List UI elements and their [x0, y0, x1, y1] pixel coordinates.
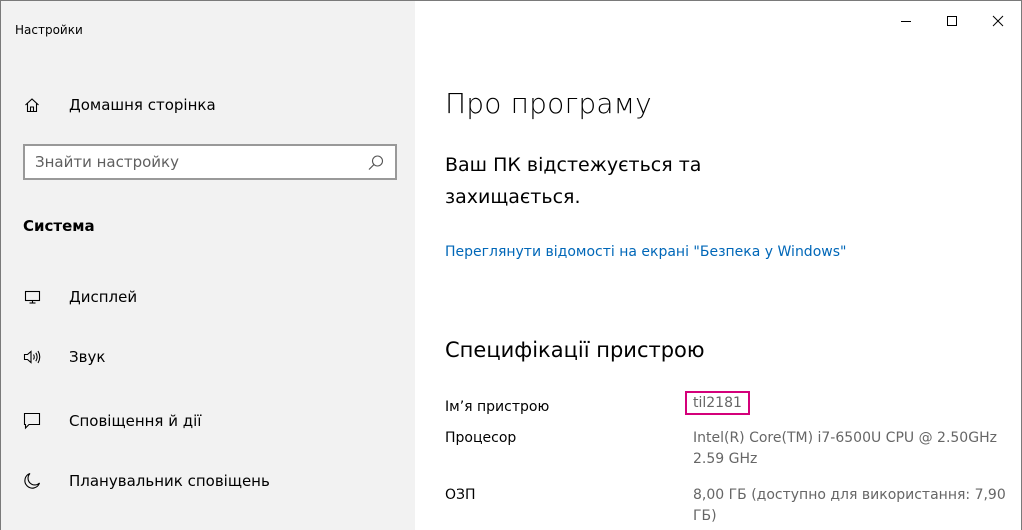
sidebar: Настройки Домашня сторінка Система Диспл…: [1, 1, 415, 530]
display-icon: [23, 288, 41, 306]
window-controls: [883, 1, 1021, 41]
sidebar-item-home[interactable]: Домашня сторінка: [1, 83, 415, 127]
sidebar-item-label: Планувальник сповіщень: [69, 472, 270, 490]
spec-value: Intel(R) Core(TM) i7-6500U CPU @ 2.50GHz…: [693, 430, 997, 467]
app-title: Настройки: [15, 23, 83, 37]
section-heading: Система: [23, 217, 95, 235]
sidebar-item-sound[interactable]: Звук: [1, 335, 415, 379]
windows-security-link[interactable]: Переглянути відомості на екрані "Безпека…: [445, 242, 865, 263]
search-input[interactable]: [25, 153, 355, 171]
search-box[interactable]: [23, 144, 397, 180]
close-icon: [992, 15, 1004, 27]
protection-status-text: Ваш ПК відстежується та захищається.: [445, 154, 702, 208]
sidebar-item-notifications[interactable]: Сповіщення й дії: [1, 399, 415, 443]
minimize-button[interactable]: [883, 1, 929, 41]
sidebar-item-label: Домашня сторінка: [69, 96, 216, 114]
sidebar-item-focus-assist[interactable]: Планувальник сповіщень: [1, 459, 415, 503]
close-button[interactable]: [975, 1, 1021, 41]
sidebar-item-label: Сповіщення й дії: [69, 412, 202, 430]
specs-heading: Специфікації пристрою: [445, 338, 705, 362]
device-name-value: til2181: [685, 391, 750, 415]
moon-icon: [23, 472, 41, 490]
sidebar-item-label: Дисплей: [69, 288, 138, 306]
page-title: Про програму: [445, 87, 652, 120]
spec-value: 8,00 ГБ (доступно для використання: 7,90…: [693, 487, 1006, 524]
maximize-button[interactable]: [929, 1, 975, 41]
spec-key: Ім’я пристрою: [445, 399, 550, 415]
settings-window: Настройки Домашня сторінка Система Диспл…: [0, 0, 1022, 530]
home-icon: [23, 96, 41, 114]
minimize-icon: [901, 21, 911, 22]
sidebar-item-label: Звук: [69, 348, 106, 366]
spec-key: Процесор: [445, 430, 517, 446]
main-content: Про програму Ваш ПК відстежується та зах…: [415, 1, 1021, 530]
notification-icon: [23, 412, 41, 430]
speaker-icon: [23, 348, 41, 366]
search-icon[interactable]: [367, 154, 385, 172]
sidebar-item-display[interactable]: Дисплей: [1, 275, 415, 319]
spec-key: ОЗП: [445, 487, 476, 503]
maximize-icon: [947, 16, 957, 26]
